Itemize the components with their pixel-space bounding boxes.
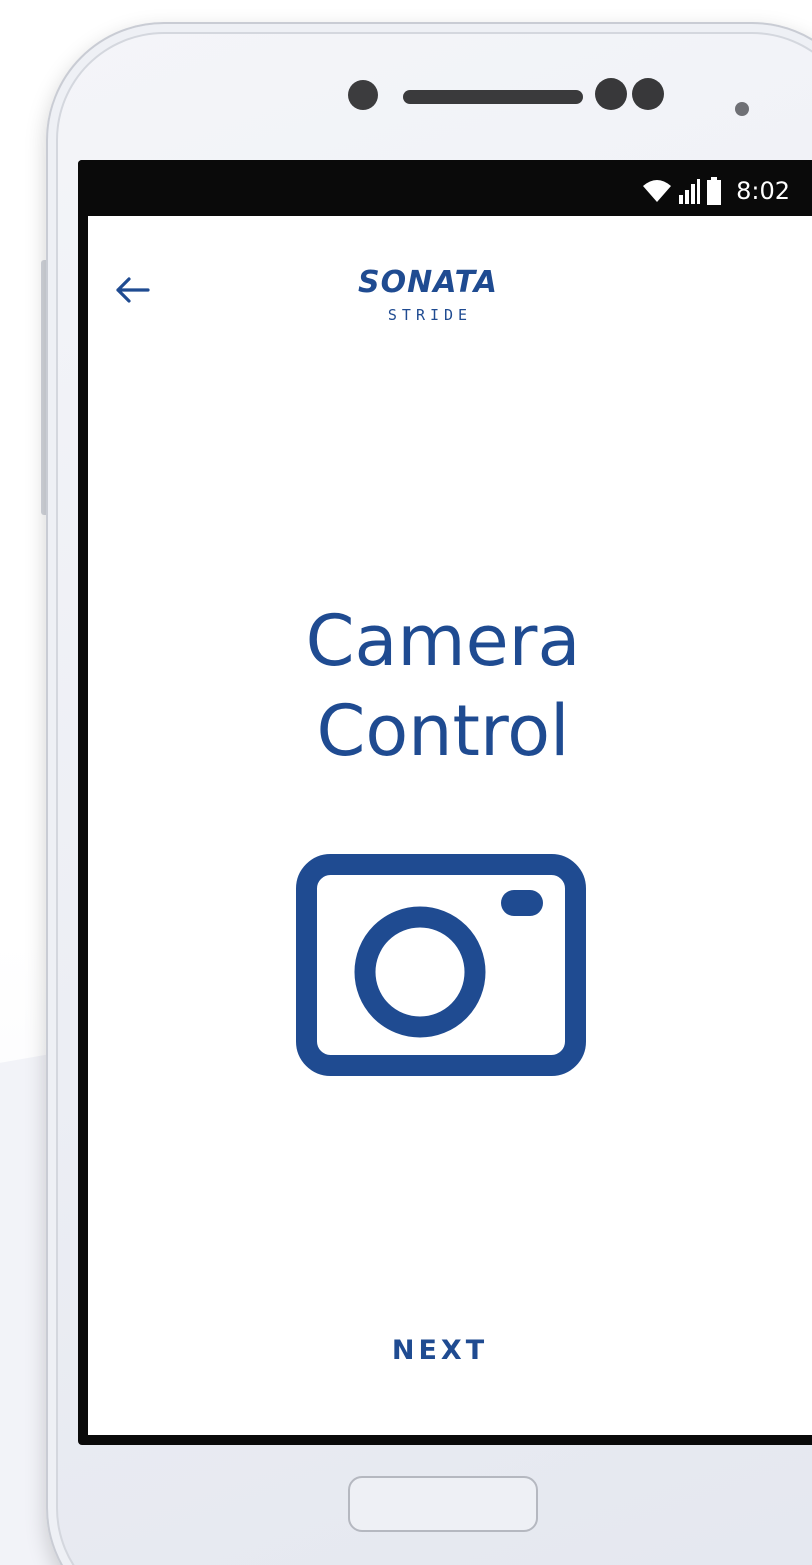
sonata-stride-logo: SONATA STRIDE (358, 265, 498, 324)
page-title-line1: Camera (305, 600, 581, 682)
logo-primary-text: SONATA (358, 265, 498, 300)
phone-screen: 8:02 SONATA STRIDE Camera Control NEXT (78, 160, 812, 1445)
status-bar: 8:02 (78, 160, 812, 216)
arrow-left-icon (116, 277, 150, 303)
wifi-icon (643, 180, 672, 202)
next-button[interactable]: NEXT (350, 1324, 530, 1376)
proximity-sensor (632, 78, 664, 110)
status-time: 8:02 (736, 177, 790, 205)
front-sensor (348, 80, 378, 110)
battery-icon (707, 177, 722, 205)
logo-secondary-text: STRIDE (388, 306, 472, 324)
stage: 8:02 SONATA STRIDE Camera Control NEXT (0, 0, 812, 1565)
front-camera (595, 78, 627, 110)
page-title-line2: Control (316, 690, 570, 772)
camera-icon (296, 854, 586, 1076)
page-title: Camera Control (88, 596, 798, 776)
notification-led (735, 102, 749, 116)
back-button[interactable] (110, 268, 154, 312)
home-button[interactable] (348, 1476, 538, 1532)
signal-icon (679, 179, 701, 204)
app-screen: SONATA STRIDE Camera Control NEXT (88, 216, 812, 1435)
status-icons: 8:02 (642, 176, 790, 206)
earpiece-speaker (403, 90, 583, 104)
